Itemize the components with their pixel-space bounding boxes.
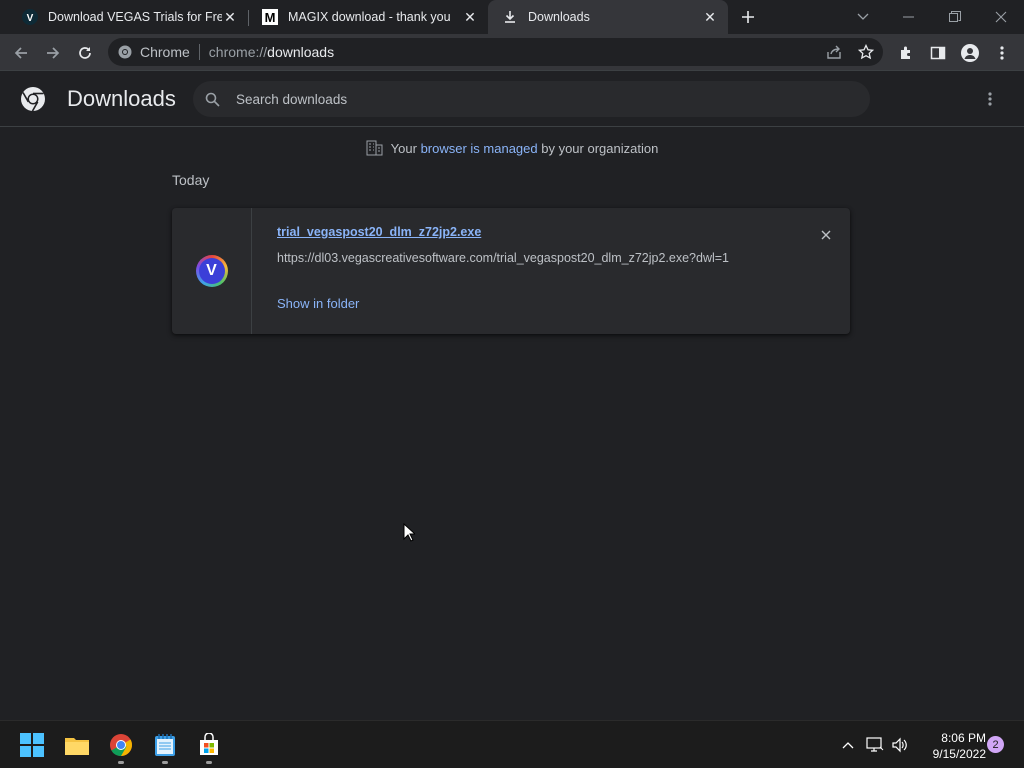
forward-button[interactable]: [40, 40, 66, 66]
running-indicator: [162, 761, 168, 764]
side-panel-icon[interactable]: [925, 40, 951, 66]
profile-avatar-icon[interactable]: [957, 40, 983, 66]
downloads-more-menu-icon[interactable]: [978, 87, 1002, 111]
url-scheme: chrome://: [208, 44, 268, 60]
extensions-puzzle-icon[interactable]: [893, 40, 919, 66]
download-icon: [502, 9, 518, 25]
chrome-menu-icon[interactable]: [989, 40, 1015, 66]
close-tab-icon[interactable]: ✕: [702, 9, 718, 25]
close-window-button[interactable]: [978, 0, 1024, 34]
tab-search-chevron-icon[interactable]: [840, 0, 886, 34]
clock-time: 8:06 PM: [941, 731, 986, 745]
chrome-logo-icon: [20, 86, 46, 112]
close-tab-icon[interactable]: ✕: [222, 9, 238, 25]
clock-date: 9/15/2022: [932, 747, 986, 761]
file-explorer-icon[interactable]: [63, 731, 91, 759]
tab-strip: V Download VEGAS Trials for Free | ✕ M M…: [0, 0, 1024, 34]
managed-suffix: by your organization: [537, 140, 659, 156]
address-bar[interactable]: Chrome chrome:// downloads: [108, 38, 883, 66]
mouse-cursor-icon: [403, 522, 417, 548]
file-icon-letter: V: [198, 258, 225, 284]
page-title: Downloads: [67, 86, 176, 111]
close-tab-icon[interactable]: ✕: [462, 9, 478, 25]
chrome-icon: [118, 45, 132, 59]
managed-prefix: Your: [390, 140, 421, 156]
new-tab-button[interactable]: [736, 6, 760, 28]
file-icon-column: V: [172, 208, 252, 334]
browser-managed-link[interactable]: browser is managed: [421, 141, 538, 156]
search-input[interactable]: [236, 91, 836, 107]
svg-text:M: M: [265, 10, 276, 25]
tab-title: Download VEGAS Trials for Free |: [48, 10, 222, 24]
magix-favicon-icon: M: [262, 9, 278, 25]
downloads-header: Downloads: [0, 71, 1024, 127]
reload-button[interactable]: [72, 40, 98, 66]
running-indicator: [118, 761, 124, 764]
tab-vegas-trials[interactable]: V Download VEGAS Trials for Free | ✕: [8, 0, 248, 34]
tab-magix-download[interactable]: M MAGIX download - thank you ✕: [248, 0, 488, 34]
microsoft-store-icon[interactable]: [195, 731, 223, 759]
search-downloads-box[interactable]: [193, 81, 870, 117]
chrome-taskbar-icon[interactable]: [107, 731, 135, 759]
vegas-file-icon: V: [195, 255, 228, 287]
omnibox-separator: [198, 44, 200, 60]
system-clock[interactable]: 8:06 PM 9/15/2022: [914, 730, 986, 762]
windows-taskbar: 8:06 PM 9/15/2022: [0, 720, 1024, 768]
running-indicator: [206, 761, 212, 764]
building-icon: [366, 140, 383, 156]
browser-toolbar: Chrome chrome:// downloads: [0, 34, 1024, 71]
windows-start-icon[interactable]: [18, 731, 46, 759]
show-hidden-icons-chevron-icon[interactable]: [838, 735, 858, 755]
tab-title: Downloads: [528, 10, 590, 24]
omnibox-chip-label: Chrome: [140, 44, 190, 60]
show-in-folder-link[interactable]: Show in folder: [277, 296, 359, 311]
tab-title: MAGIX download - thank you: [288, 10, 451, 24]
vegas-favicon-icon: V: [22, 9, 38, 25]
restore-button[interactable]: [932, 0, 978, 34]
notification-count-badge[interactable]: 2: [987, 736, 1004, 753]
back-button[interactable]: [8, 40, 34, 66]
remove-download-close-icon[interactable]: [816, 225, 836, 245]
url-host: downloads: [267, 44, 335, 60]
bookmark-star-icon[interactable]: [853, 39, 879, 65]
managed-banner: Your browser is managed by your organiza…: [0, 140, 1024, 156]
minimize-button[interactable]: [886, 0, 932, 34]
notepad-icon[interactable]: [151, 731, 179, 759]
volume-speaker-icon[interactable]: [890, 735, 910, 755]
svg-text:V: V: [27, 13, 34, 24]
network-icon[interactable]: [865, 735, 885, 755]
tab-downloads[interactable]: Downloads ✕: [488, 0, 728, 34]
download-item: V trial_vegaspost20_dlm_z72jp2.exe https…: [172, 208, 850, 334]
file-source-url[interactable]: https://dl03.vegascreativesoftware.com/t…: [277, 251, 729, 265]
date-section-header: Today: [172, 172, 210, 188]
search-icon: [205, 92, 220, 107]
file-name-link[interactable]: trial_vegaspost20_dlm_z72jp2.exe: [277, 225, 481, 239]
share-icon[interactable]: [821, 39, 847, 65]
